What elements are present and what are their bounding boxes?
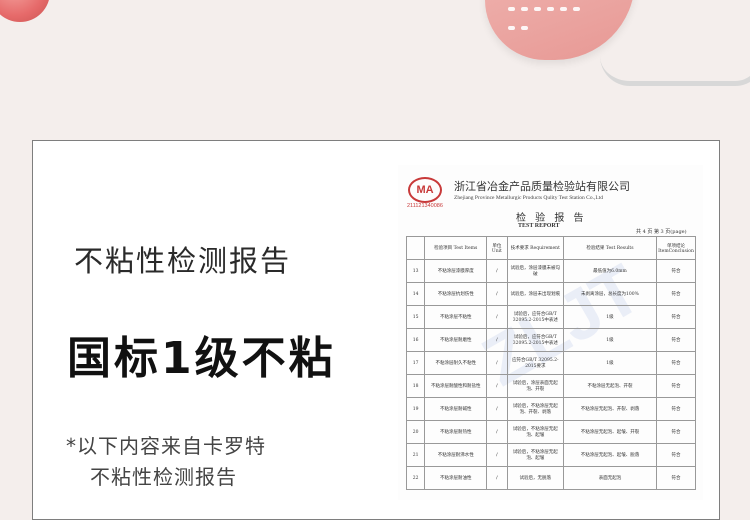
- table-cell-item: 不粘涂层抗划伤性: [424, 282, 488, 306]
- table-cell-no: 13: [405, 259, 426, 283]
- table-cell-item: 不粘涂层耐碱性: [424, 397, 488, 421]
- table-cell-concl: 符合: [655, 259, 697, 283]
- table-cell-req: 试验后，涂层未出现划痕: [506, 282, 565, 306]
- test-report-document: ZLJT MA 211121340086 浙江省冶金产品质量检验站有限公司 Zh…: [398, 165, 703, 500]
- table-row: 15 不粘涂层不粘性 / 试验后，应符合GB/T 32095.2-2015中表述 1级符…: [405, 305, 697, 329]
- col-requirement: 技术要求 Requirement: [506, 236, 565, 260]
- table-cell-req: 试验后，涂层漆膜未被勾破: [506, 259, 565, 283]
- table-cell-result: 表面无起泡: [563, 466, 657, 490]
- table-cell-item: 不粘涂层耐热性: [424, 420, 488, 444]
- table-cell-unit: /: [486, 305, 508, 329]
- section-title: 不粘性检测报告: [74, 244, 292, 278]
- table-cell-req: 试验后，不粘涂层无起泡、起皱: [506, 420, 565, 444]
- table-cell-result: 最低值为6.0mm: [563, 259, 657, 283]
- table-cell-concl: 符合: [655, 443, 697, 467]
- col-test-items: 检验项目 Test Items: [424, 236, 488, 260]
- red-pan-image: [0, 0, 50, 22]
- table-cell-item: 不粘涂层耐久不粘性: [424, 351, 488, 375]
- table-cell-concl: 符合: [655, 305, 697, 329]
- table-cell-result: 1级: [563, 305, 657, 329]
- table-cell-item: 不粘涂层耐沸水性: [424, 443, 488, 467]
- report-title-cn: 检 验 报 告: [516, 213, 587, 224]
- table-cell-result: 未剥离涂层，总长度为100%: [563, 282, 657, 306]
- cma-logo: MA: [408, 177, 442, 203]
- table-cell-item: 不粘涂层耐油性: [424, 466, 488, 490]
- org-name-en: Zhejiang Province Metallurgic Products Q…: [454, 195, 603, 201]
- table-cell-concl: 符合: [655, 420, 697, 444]
- col-conclusion: 单项结论 ItemConclusion: [655, 236, 697, 260]
- report-page-info: 共 4 页 第 3 页(page): [636, 229, 687, 235]
- table-cell-concl: 符合: [655, 351, 697, 375]
- report-title-en: TEST REPORT: [518, 223, 560, 229]
- table-cell-item: 不粘涂层漆膜厚度: [424, 259, 488, 283]
- table-cell-unit: /: [486, 328, 508, 352]
- source-note-line2: 不粘性检测报告: [90, 465, 237, 489]
- table-cell-unit: /: [486, 282, 508, 306]
- table-cell-req: 试验后，应符合GB/T 32095.2-2015中表述: [506, 305, 565, 329]
- table-cell-result: 不粘涂层无起泡、起皱、开裂: [563, 420, 657, 444]
- table-cell-result: 不粘涂层无起泡、起皱、脱落: [563, 443, 657, 467]
- headline: 国标1级不粘: [67, 333, 336, 384]
- table-cell-item: 不粘涂层耐酸性和耐盐性: [424, 374, 488, 398]
- org-name-cn: 浙江省冶金产品质量检验站有限公司: [454, 180, 630, 193]
- table-cell-concl: 符合: [655, 397, 697, 421]
- table-row: 20 不粘涂层耐热性 / 试验后，不粘涂层无起泡、起皱 不粘涂层无起泡、起皱、开裂 符合: [405, 420, 697, 444]
- table-cell-no: 22: [405, 466, 426, 490]
- table-cell-req: 试验后，不粘涂层无起泡、起皱: [506, 443, 565, 467]
- table-cell-concl: 符合: [655, 282, 697, 306]
- table-row: 18 不粘涂层耐酸性和耐盐性 / 试验后，涂层表面无起泡、开裂 不粘涂层无起泡、开裂 符合: [405, 374, 697, 398]
- table-cell-item: 不粘涂层耐磨性: [424, 328, 488, 352]
- table-cell-req: 试验后，涂层表面无起泡、开裂: [506, 374, 565, 398]
- table-cell-unit: /: [486, 259, 508, 283]
- table-cell-result: 不粘涂层无起泡、开裂、剥落: [563, 397, 657, 421]
- table-cell-unit: /: [486, 374, 508, 398]
- report-table-header: 检验项目 Test Items 单位 Unit 技术要求 Requirement…: [405, 236, 697, 260]
- table-row: 22 不粘涂层耐油性 / 试验后，无脱落 表面无起泡 符合: [405, 466, 697, 490]
- report-table: 检验项目 Test Items 单位 Unit 技术要求 Requirement…: [405, 236, 697, 490]
- table-cell-no: 17: [405, 351, 426, 375]
- col-no: [405, 236, 426, 260]
- table-cell-unit: /: [486, 351, 508, 375]
- source-note-line1: *以下内容来自卡罗特: [66, 434, 266, 458]
- table-cell-req: 试验后，无脱落: [506, 466, 565, 490]
- table-cell-no: 18: [405, 374, 426, 398]
- table-row: 14 不粘涂层抗划伤性 / 试验后，涂层未出现划痕 未剥离涂层，总长度为100% 符合: [405, 282, 697, 306]
- col-unit: 单位 Unit: [486, 236, 508, 260]
- table-cell-concl: 符合: [655, 328, 697, 352]
- table-cell-no: 16: [405, 328, 426, 352]
- cma-code: 211121340086: [407, 203, 443, 209]
- table-row: 19 不粘涂层耐碱性 / 试验后，不粘涂层无起泡、开裂、剥落 不粘涂层无起泡、开裂、剥落…: [405, 397, 697, 421]
- product-photo-strip: [0, 0, 750, 92]
- pan-handle-image: [600, 20, 750, 86]
- table-cell-unit: /: [486, 443, 508, 467]
- table-cell-concl: 符合: [655, 466, 697, 490]
- table-cell-unit: /: [486, 397, 508, 421]
- table-row: 17 不粘涂层耐久不粘性 / 应符合GB/T 32095.2-2015要求 1级 符合: [405, 351, 697, 375]
- table-cell-item: 不粘涂层不粘性: [424, 305, 488, 329]
- table-cell-result: 1级: [563, 351, 657, 375]
- table-cell-req: 试验后，应符合GB/T 32095.2-2015中表述: [506, 328, 565, 352]
- table-cell-concl: 符合: [655, 374, 697, 398]
- table-cell-unit: /: [486, 466, 508, 490]
- table-cell-req: 应符合GB/T 32095.2-2015要求: [506, 351, 565, 375]
- table-cell-result: 1级: [563, 328, 657, 352]
- table-cell-unit: /: [486, 420, 508, 444]
- table-row: 13 不粘涂层漆膜厚度 / 试验后，涂层漆膜未被勾破 最低值为6.0mm 符合: [405, 259, 697, 283]
- table-cell-req: 试验后，不粘涂层无起泡、开裂、剥落: [506, 397, 565, 421]
- table-cell-no: 15: [405, 305, 426, 329]
- table-cell-no: 14: [405, 282, 426, 306]
- table-cell-no: 21: [405, 443, 426, 467]
- table-row: 16 不粘涂层耐磨性 / 试验后，应符合GB/T 32095.2-2015中表述 1级符…: [405, 328, 697, 352]
- col-test-results: 检验结果 Test Results: [563, 236, 657, 260]
- table-cell-no: 19: [405, 397, 426, 421]
- table-row: 21 不粘涂层耐沸水性 / 试验后，不粘涂层无起泡、起皱 不粘涂层无起泡、起皱、脱落 符合: [405, 443, 697, 467]
- table-cell-result: 不粘涂层无起泡、开裂: [563, 374, 657, 398]
- table-cell-no: 20: [405, 420, 426, 444]
- pan-vent-holes: [505, 0, 585, 30]
